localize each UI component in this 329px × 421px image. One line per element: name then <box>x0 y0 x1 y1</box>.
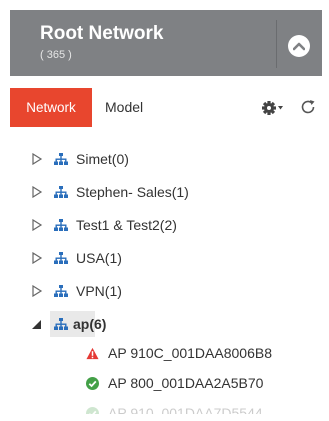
network-icon <box>54 186 68 198</box>
chevron-up-icon <box>293 42 305 51</box>
device-node[interactable]: AP 800_001DAA2A5B70 <box>0 370 329 396</box>
tree-node-label[interactable]: Simet(0) <box>76 146 129 172</box>
gear-icon[interactable] <box>262 100 284 116</box>
expand-arrow-icon[interactable] <box>31 153 43 165</box>
tree-node-ap[interactable]: ap(6) <box>0 311 329 337</box>
network-icon <box>54 252 68 264</box>
tree-node-label[interactable]: ap(6) <box>73 311 106 337</box>
collapse-arrow-icon[interactable] <box>30 318 42 330</box>
warning-icon <box>86 347 99 360</box>
expand-arrow-icon[interactable] <box>31 252 43 264</box>
tree-node-usa[interactable]: USA(1) <box>0 245 329 271</box>
refresh-icon[interactable] <box>299 98 317 116</box>
collapse-button[interactable] <box>288 35 310 57</box>
device-node[interactable]: AP 910C_001DAA8006B8 <box>0 340 329 366</box>
header-title: Root Network <box>40 23 164 44</box>
device-label[interactable]: AP 800_001DAA2A5B70 <box>108 370 263 396</box>
root-network-header: Root Network ( 365 ) <box>10 10 322 76</box>
network-icon <box>54 219 68 231</box>
view-tabs: Network Model <box>10 88 322 128</box>
network-icon <box>54 285 68 297</box>
tree-node-stephen-sales[interactable]: Stephen- Sales(1) <box>0 179 329 205</box>
check-circle-icon <box>86 377 99 390</box>
tree-node-label[interactable]: USA(1) <box>76 245 122 271</box>
header-count: ( 365 ) <box>40 49 72 61</box>
device-label[interactable]: AP 910_001DAA7D5544 <box>108 400 263 414</box>
tree-node-simet[interactable]: Simet(0) <box>0 146 329 172</box>
tree-node-vpn[interactable]: VPN(1) <box>0 278 329 304</box>
tree-node-test1-test2[interactable]: Test1 & Test2(2) <box>0 212 329 238</box>
expand-arrow-icon[interactable] <box>31 186 43 198</box>
device-node[interactable]: AP 910_001DAA7D5544 <box>0 400 329 414</box>
tree-node-label[interactable]: Stephen- Sales(1) <box>76 179 189 205</box>
tab-model[interactable]: Model <box>95 88 153 127</box>
network-icon <box>54 318 68 330</box>
check-circle-icon <box>86 407 99 414</box>
expand-arrow-icon[interactable] <box>31 219 43 231</box>
header-divider <box>276 20 277 68</box>
expand-arrow-icon[interactable] <box>31 285 43 297</box>
tab-network[interactable]: Network <box>10 88 92 127</box>
tree-node-label[interactable]: VPN(1) <box>76 278 122 304</box>
tree-node-label[interactable]: Test1 & Test2(2) <box>76 212 177 238</box>
device-label[interactable]: AP 910C_001DAA8006B8 <box>108 340 272 366</box>
network-icon <box>54 153 68 165</box>
